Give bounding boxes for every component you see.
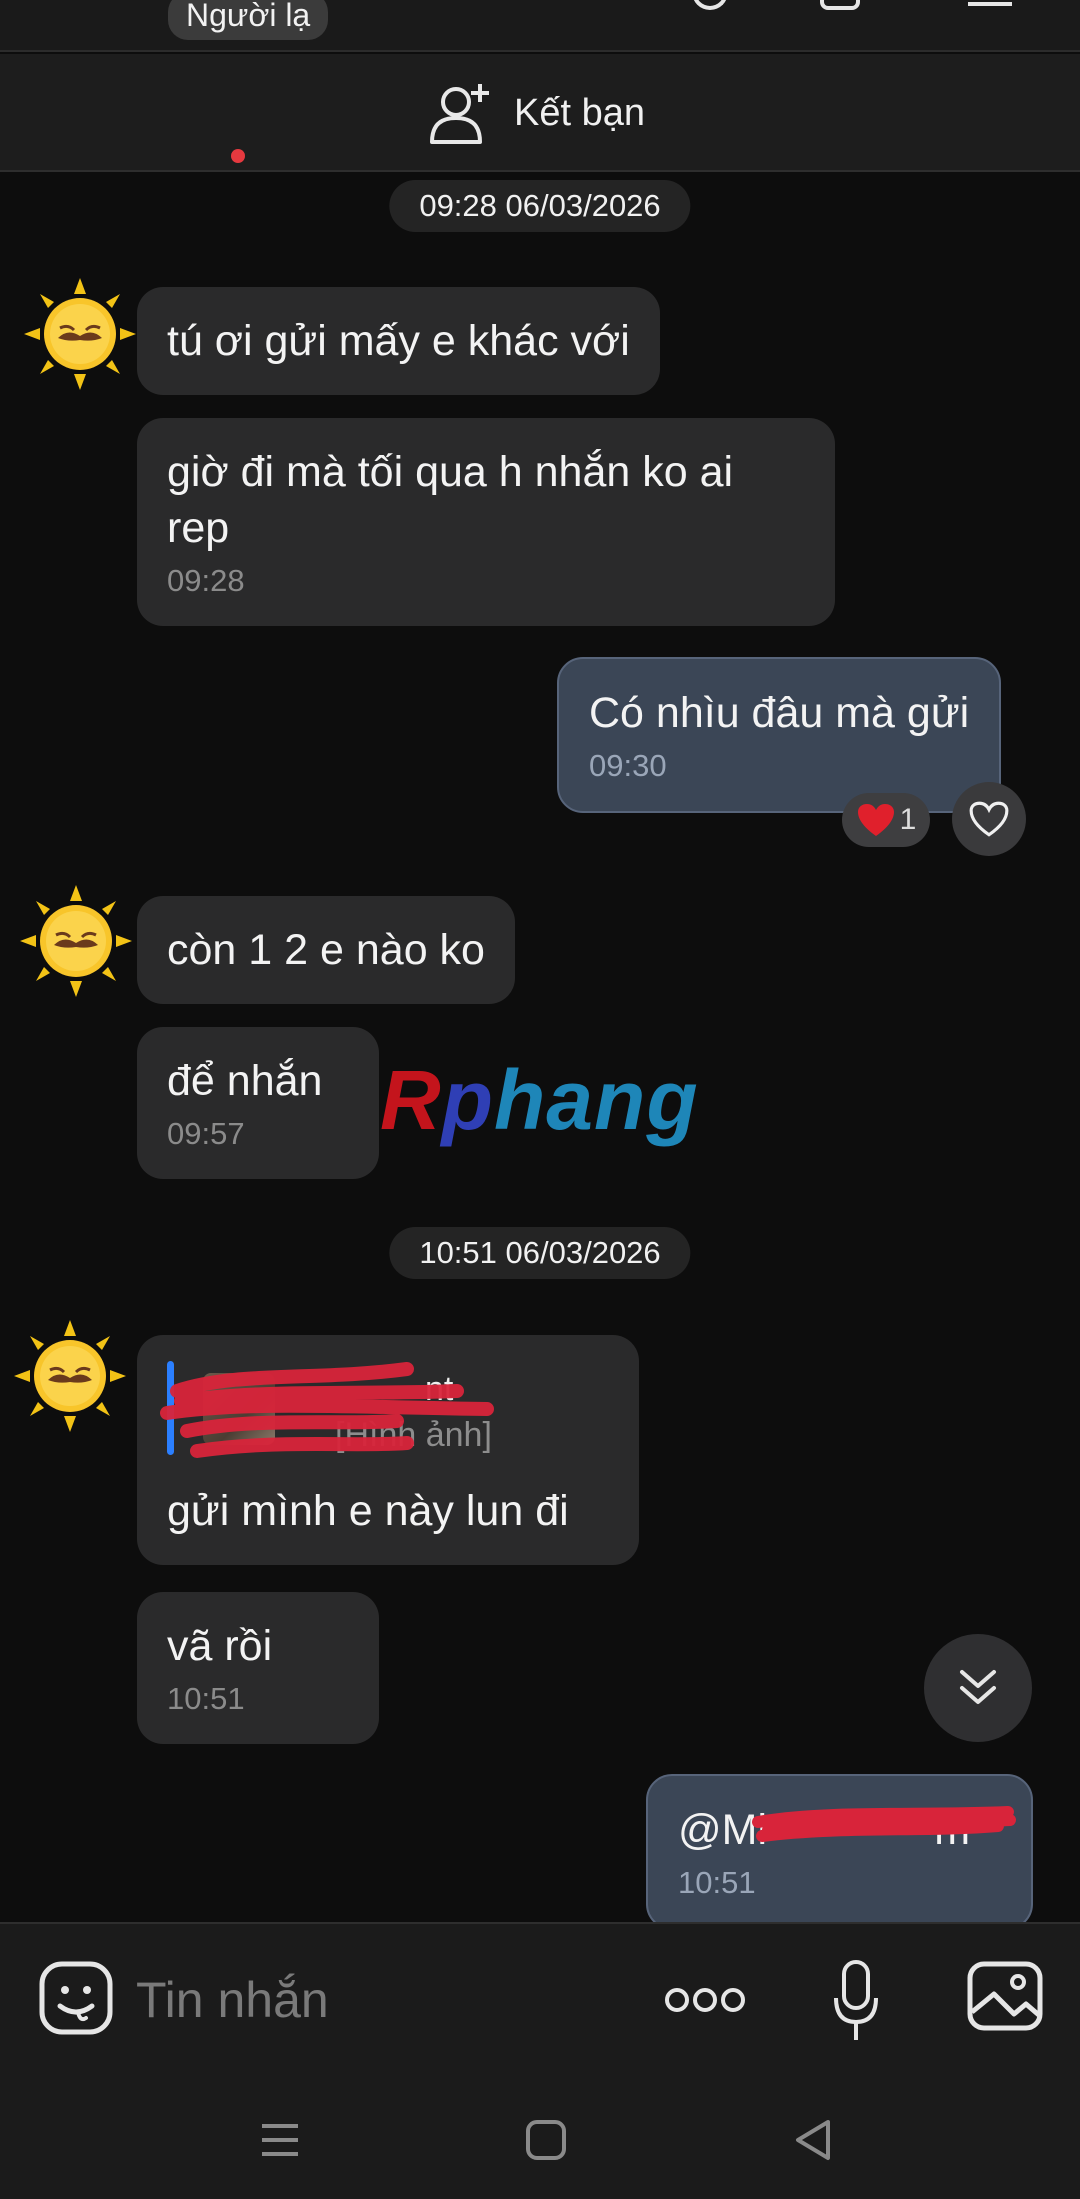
menu-icon[interactable] xyxy=(968,0,1012,10)
watermark-logo: Rphang xyxy=(380,1053,699,1147)
stranger-badge: Người lạ xyxy=(168,0,329,40)
reaction-count-badge[interactable]: 1 xyxy=(842,793,930,847)
add-friend-bar[interactable]: Kết bạn xyxy=(0,54,1080,172)
double-chevron-down-icon xyxy=(960,1670,996,1704)
message-composer xyxy=(0,1922,1080,2072)
outgoing-message[interactable]: @Mi m 10:51 xyxy=(646,1774,1033,1930)
redaction-scribble xyxy=(160,1362,494,1458)
message-text: gửi mình e này lun đi xyxy=(167,1487,569,1535)
add-friend-button[interactable]: Kết bạn xyxy=(428,78,645,148)
back-icon[interactable] xyxy=(784,2110,844,2170)
message-text: để nhắn xyxy=(167,1057,323,1105)
emoji-icon[interactable] xyxy=(38,1960,114,2036)
react-button[interactable] xyxy=(952,782,1026,856)
add-friend-label: Kết bạn xyxy=(514,91,645,134)
message-time: 09:57 xyxy=(167,1116,245,1151)
incoming-message[interactable]: để nhắn 09:57 xyxy=(137,1027,379,1179)
home-icon[interactable] xyxy=(516,2110,576,2170)
scroll-to-bottom-button[interactable] xyxy=(924,1634,1032,1742)
recent-apps-icon[interactable] xyxy=(250,2110,310,2170)
message-text: Có nhìu đâu mà gửi xyxy=(589,689,970,737)
image-icon[interactable] xyxy=(966,1960,1044,2032)
more-icon[interactable] xyxy=(664,1984,746,2016)
incoming-message[interactable]: giờ đi mà tối qua h nhắn ko ai rep 09:28 xyxy=(137,418,835,626)
notification-dot xyxy=(231,149,245,163)
heart-outline-icon xyxy=(969,801,1009,837)
incoming-message[interactable]: tú ơi gửi mấy e khác với xyxy=(137,287,660,395)
message-text: vã rồi xyxy=(167,1622,273,1670)
mic-icon[interactable] xyxy=(832,1958,880,2044)
quoted-message[interactable]: nt [Hình ảnh] xyxy=(160,1361,609,1465)
sun-avatar[interactable] xyxy=(14,1320,126,1432)
sun-avatar[interactable] xyxy=(20,885,132,997)
message-text: còn 1 2 e nào ko xyxy=(167,926,485,974)
chat-header: Người lạ xyxy=(0,0,1080,52)
outgoing-message[interactable]: Có nhìu đâu mà gửi 09:30 xyxy=(557,657,1002,813)
incoming-message[interactable]: còn 1 2 e nào ko xyxy=(137,896,515,1004)
chat-screen: Người lạ Kết bạn 09:28 06/03/2026 tú ơi … xyxy=(0,0,1080,2199)
system-navigation-bar xyxy=(0,2072,1080,2199)
message-time: 09:28 xyxy=(167,563,245,598)
reaction-count: 1 xyxy=(899,803,917,836)
redaction-scribble xyxy=(752,1806,1016,1842)
message-time: 10:51 xyxy=(167,1681,245,1716)
date-separator: 09:28 06/03/2026 xyxy=(389,180,691,232)
message-time: 10:51 xyxy=(678,1865,756,1900)
heart-filled-icon xyxy=(857,804,894,836)
message-time: 09:30 xyxy=(589,748,667,783)
sun-avatar[interactable] xyxy=(24,278,136,390)
message-text: tú ơi gửi mấy e khác với xyxy=(167,317,630,365)
video-call-icon[interactable] xyxy=(820,0,860,10)
incoming-message[interactable]: nt [Hình ảnh] gửi mình e này lun đi xyxy=(137,1335,639,1565)
message-input[interactable] xyxy=(136,1964,616,2036)
add-person-icon xyxy=(430,84,489,144)
date-separator: 10:51 06/03/2026 xyxy=(389,1227,691,1279)
message-text: giờ đi mà tối qua h nhắn ko ai rep xyxy=(167,448,734,552)
incoming-message[interactable]: vã rồi 10:51 xyxy=(137,1592,379,1744)
phone-icon[interactable] xyxy=(692,0,728,10)
